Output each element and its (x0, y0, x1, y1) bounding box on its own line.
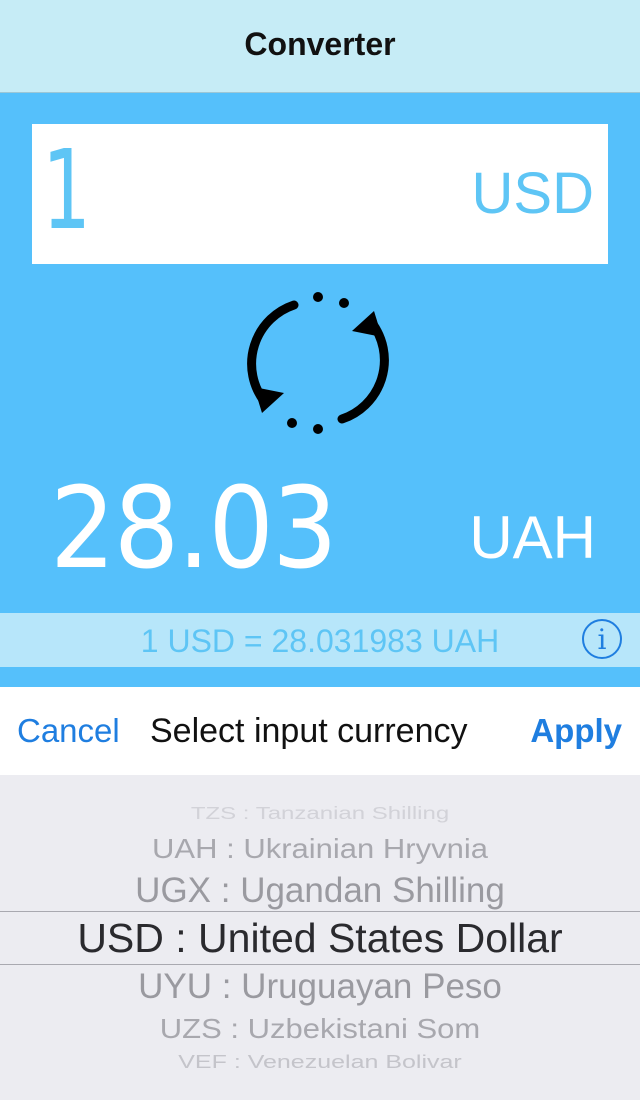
swap-arrows-icon[interactable] (240, 289, 396, 435)
currency-picker[interactable]: TZS : Tanzanian Shilling UAH : Ukrainian… (0, 775, 640, 1100)
picker-item[interactable]: UAH : Ukrainian Hryvnia (0, 831, 640, 867)
input-currency-code[interactable]: USD (472, 160, 594, 228)
panel-bottom-strip (0, 667, 640, 687)
exchange-rate-bar: 1 USD = 28.031983 UAH (0, 613, 640, 667)
picker-item[interactable]: TZS : Tanzanian Shilling (0, 803, 640, 825)
page-title: Converter (244, 25, 396, 62)
input-amount-value: 1 (42, 126, 91, 254)
picker-item[interactable]: UYU : Uruguayan Peso (0, 965, 640, 1009)
picker-item[interactable]: UZS : Uzbekistani Som (0, 1011, 640, 1047)
navigation-bar: Converter (0, 0, 640, 93)
picker-item[interactable]: UGX : Ugandan Shilling (0, 869, 640, 913)
input-amount-field[interactable]: 1 USD (32, 124, 608, 264)
exchange-rate-text: 1 USD = 28.031983 UAH (140, 623, 500, 659)
output-amount-value: 28.03 (50, 464, 338, 594)
output-currency-code[interactable]: UAH (469, 503, 596, 573)
converter-panel: 1 USD 28.03 UAH (0, 93, 640, 613)
picker-toolbar: Cancel Select input currency Apply (0, 687, 640, 775)
apply-button[interactable]: Apply (530, 712, 622, 750)
picker-item-selected[interactable]: USD : United States Dollar (0, 913, 640, 963)
picker-item[interactable]: VEF : Venezuelan Bolivar (0, 1051, 640, 1073)
cancel-button[interactable]: Cancel (17, 712, 120, 750)
info-icon[interactable]: i (582, 619, 622, 659)
picker-title: Select input currency (150, 711, 468, 750)
